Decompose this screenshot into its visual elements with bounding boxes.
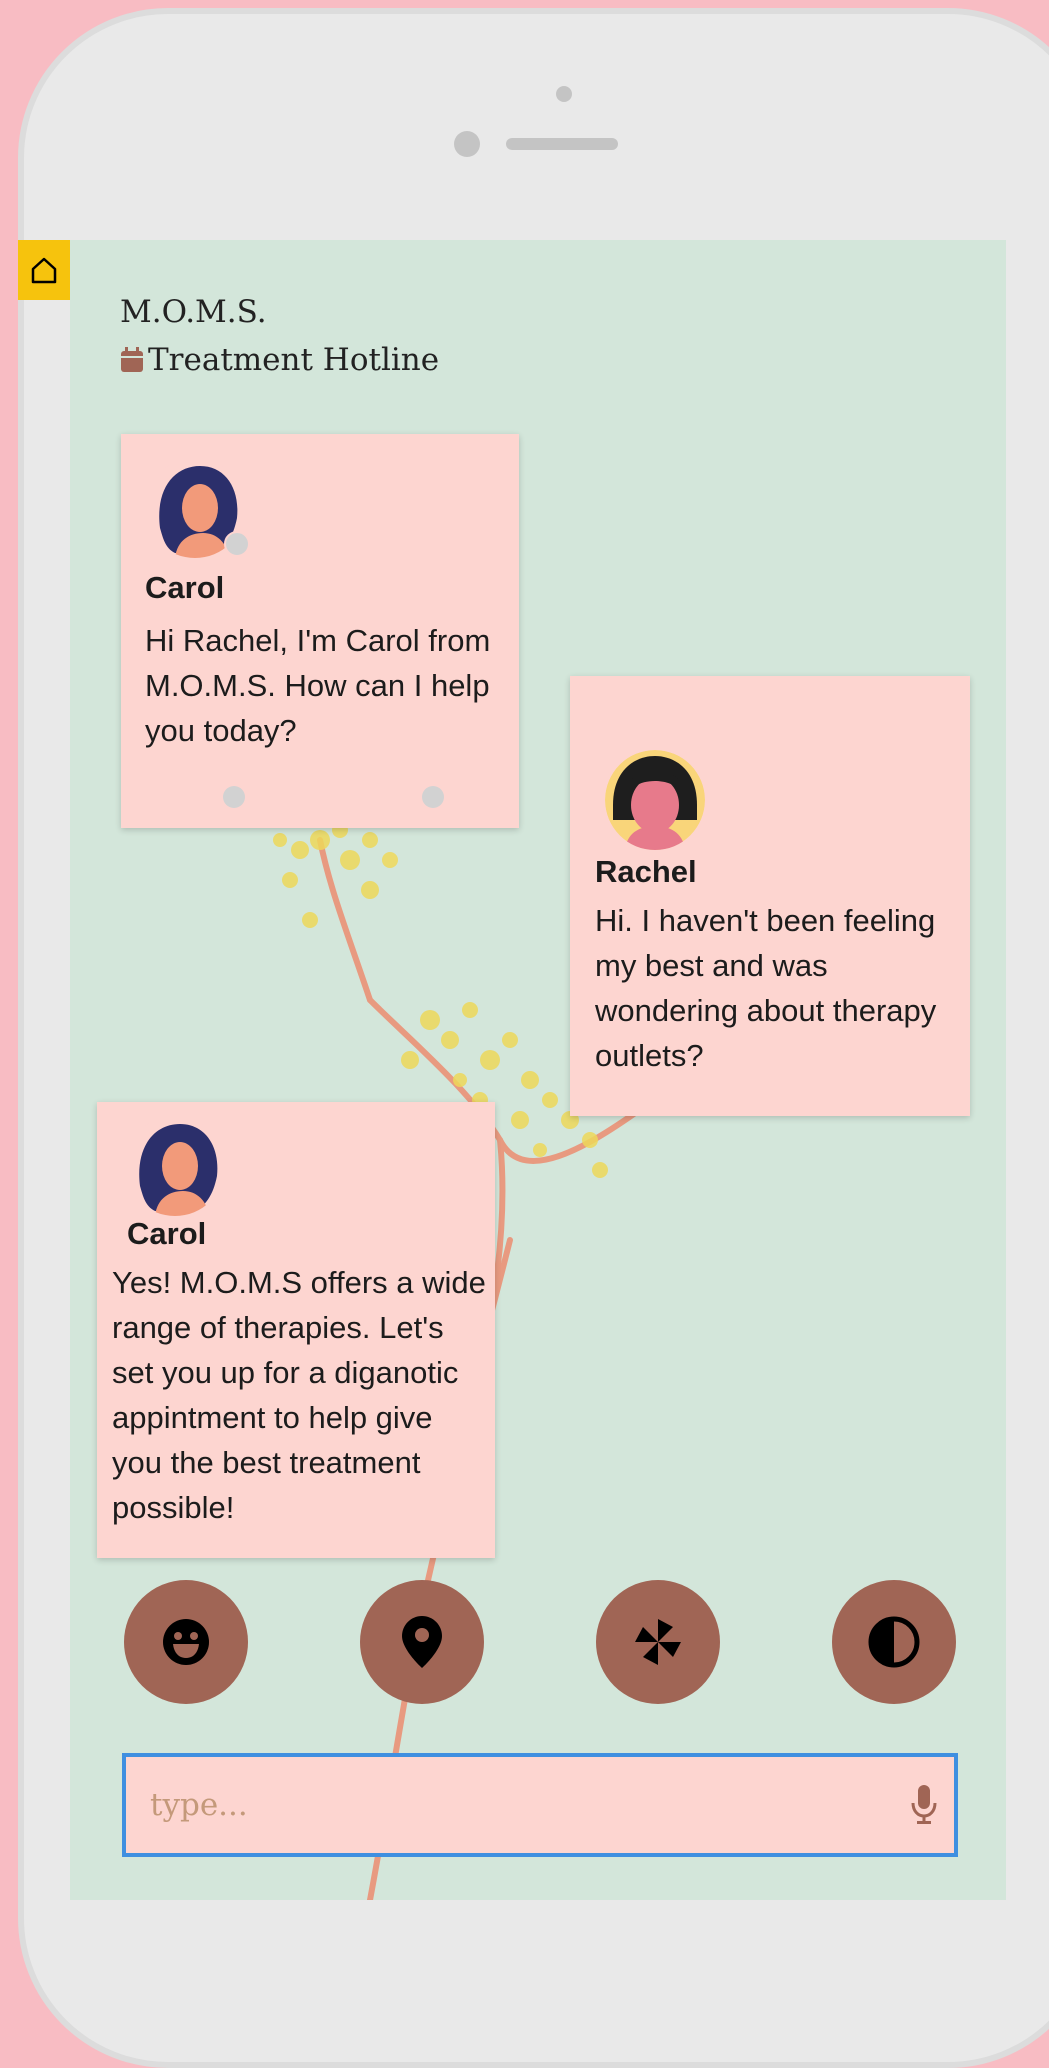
- microphone-icon: [911, 1785, 937, 1824]
- emoji-button[interactable]: [124, 1580, 248, 1704]
- chat-message: Rachel Hi. I haven't been feeling my bes…: [570, 676, 970, 1116]
- app-screen: M.O.M.S. Treatment Hotline Carol Hi Rach…: [70, 240, 1006, 1900]
- contrast-button[interactable]: [832, 1580, 956, 1704]
- calendar-icon: [121, 347, 143, 372]
- online-status-dot: [224, 531, 250, 557]
- home-button[interactable]: [18, 240, 70, 300]
- pinwheel-button[interactable]: [596, 1580, 720, 1704]
- app-header: M.O.M.S. Treatment Hotline: [120, 288, 439, 384]
- message-input[interactable]: [126, 1756, 894, 1854]
- pinwheel-icon: [635, 1619, 681, 1665]
- camera-dot: [556, 86, 572, 102]
- carol-avatar: [125, 1116, 225, 1216]
- front-sensor: [454, 131, 480, 157]
- sender-name: Rachel: [595, 854, 697, 889]
- chat-message: Carol Yes! M.O.M.S offers a wide range o…: [97, 1102, 495, 1558]
- rachel-avatar: [605, 750, 705, 850]
- earpiece-speaker: [506, 138, 618, 150]
- message-text: Hi. I haven't been feeling my best and w…: [595, 903, 937, 1073]
- reaction-dot[interactable]: [422, 786, 444, 808]
- message-composer: [122, 1753, 958, 1857]
- location-button[interactable]: [360, 1580, 484, 1704]
- microphone-button[interactable]: [894, 1785, 954, 1825]
- subtitle-text: Treatment Hotline: [148, 342, 440, 378]
- brand-title: M.O.M.S.: [120, 294, 267, 330]
- smile-icon: [163, 1619, 209, 1665]
- subtitle-row: Treatment Hotline: [120, 336, 439, 384]
- message-text: Yes! M.O.M.S offers a wide range of ther…: [112, 1265, 486, 1525]
- home-icon: [31, 257, 57, 284]
- sender-name: Carol: [145, 570, 225, 605]
- reaction-dot[interactable]: [223, 786, 245, 808]
- location-pin-icon: [402, 1616, 442, 1668]
- message-text: Hi Rachel, I'm Carol from M.O.M.S. How c…: [145, 623, 491, 748]
- chat-message: Carol Hi Rachel, I'm Carol from M.O.M.S.…: [121, 434, 519, 828]
- sender-name: Carol: [127, 1216, 207, 1251]
- contrast-icon: [868, 1616, 920, 1668]
